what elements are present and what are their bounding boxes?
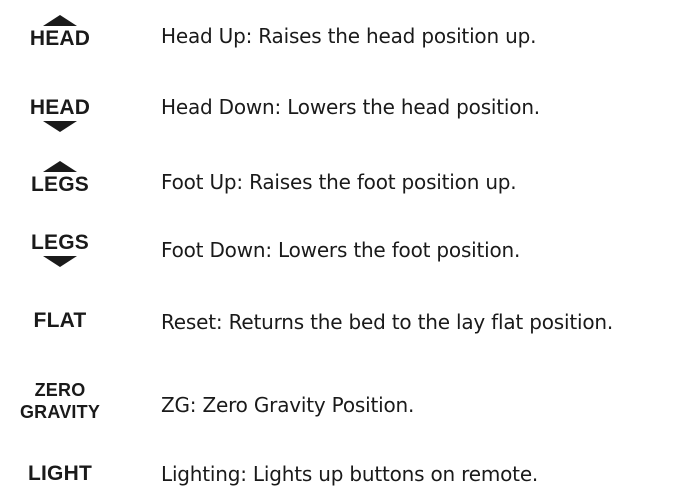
- triangle-up-icon: [43, 14, 77, 26]
- zero-gravity-button-label-line2: GRAVITY: [19, 402, 101, 422]
- triangle-up-icon: [43, 160, 77, 172]
- light-button-label: LIGHT: [28, 462, 92, 485]
- light-description: Lighting: Lights up buttons on remote.: [161, 462, 539, 486]
- flat-description: Reset: Returns the bed to the lay flat p…: [161, 310, 613, 334]
- light-button[interactable]: LIGHT: [0, 461, 120, 487]
- flat-button[interactable]: FLAT: [0, 308, 120, 334]
- triangle-down-icon: [43, 255, 77, 267]
- zero-gravity-button-label-line1: ZERO: [34, 380, 86, 400]
- head-up-button[interactable]: HEAD: [0, 10, 120, 54]
- foot-up-button-label: LEGS: [31, 172, 89, 196]
- foot-down-button[interactable]: LEGS: [0, 227, 120, 271]
- foot-down-button-label: LEGS: [31, 230, 89, 254]
- foot-down-description: Foot Down: Lowers the foot position.: [161, 238, 521, 262]
- foot-up-button[interactable]: LEGS: [0, 156, 120, 200]
- triangle-down-icon: [43, 120, 77, 132]
- head-up-button-label: HEAD: [29, 26, 91, 50]
- head-down-button-label: HEAD: [29, 95, 91, 119]
- head-down-description: Head Down: Lowers the head position.: [161, 95, 540, 119]
- head-down-button[interactable]: HEAD: [0, 92, 120, 136]
- zero-gravity-description: ZG: Zero Gravity Position.: [161, 393, 415, 417]
- zero-gravity-button[interactable]: ZERO GRAVITY: [0, 377, 120, 425]
- flat-button-label: FLAT: [33, 309, 87, 332]
- foot-up-description: Foot Up: Raises the foot position up.: [161, 170, 517, 194]
- head-up-description: Head Up: Raises the head position up.: [161, 24, 537, 48]
